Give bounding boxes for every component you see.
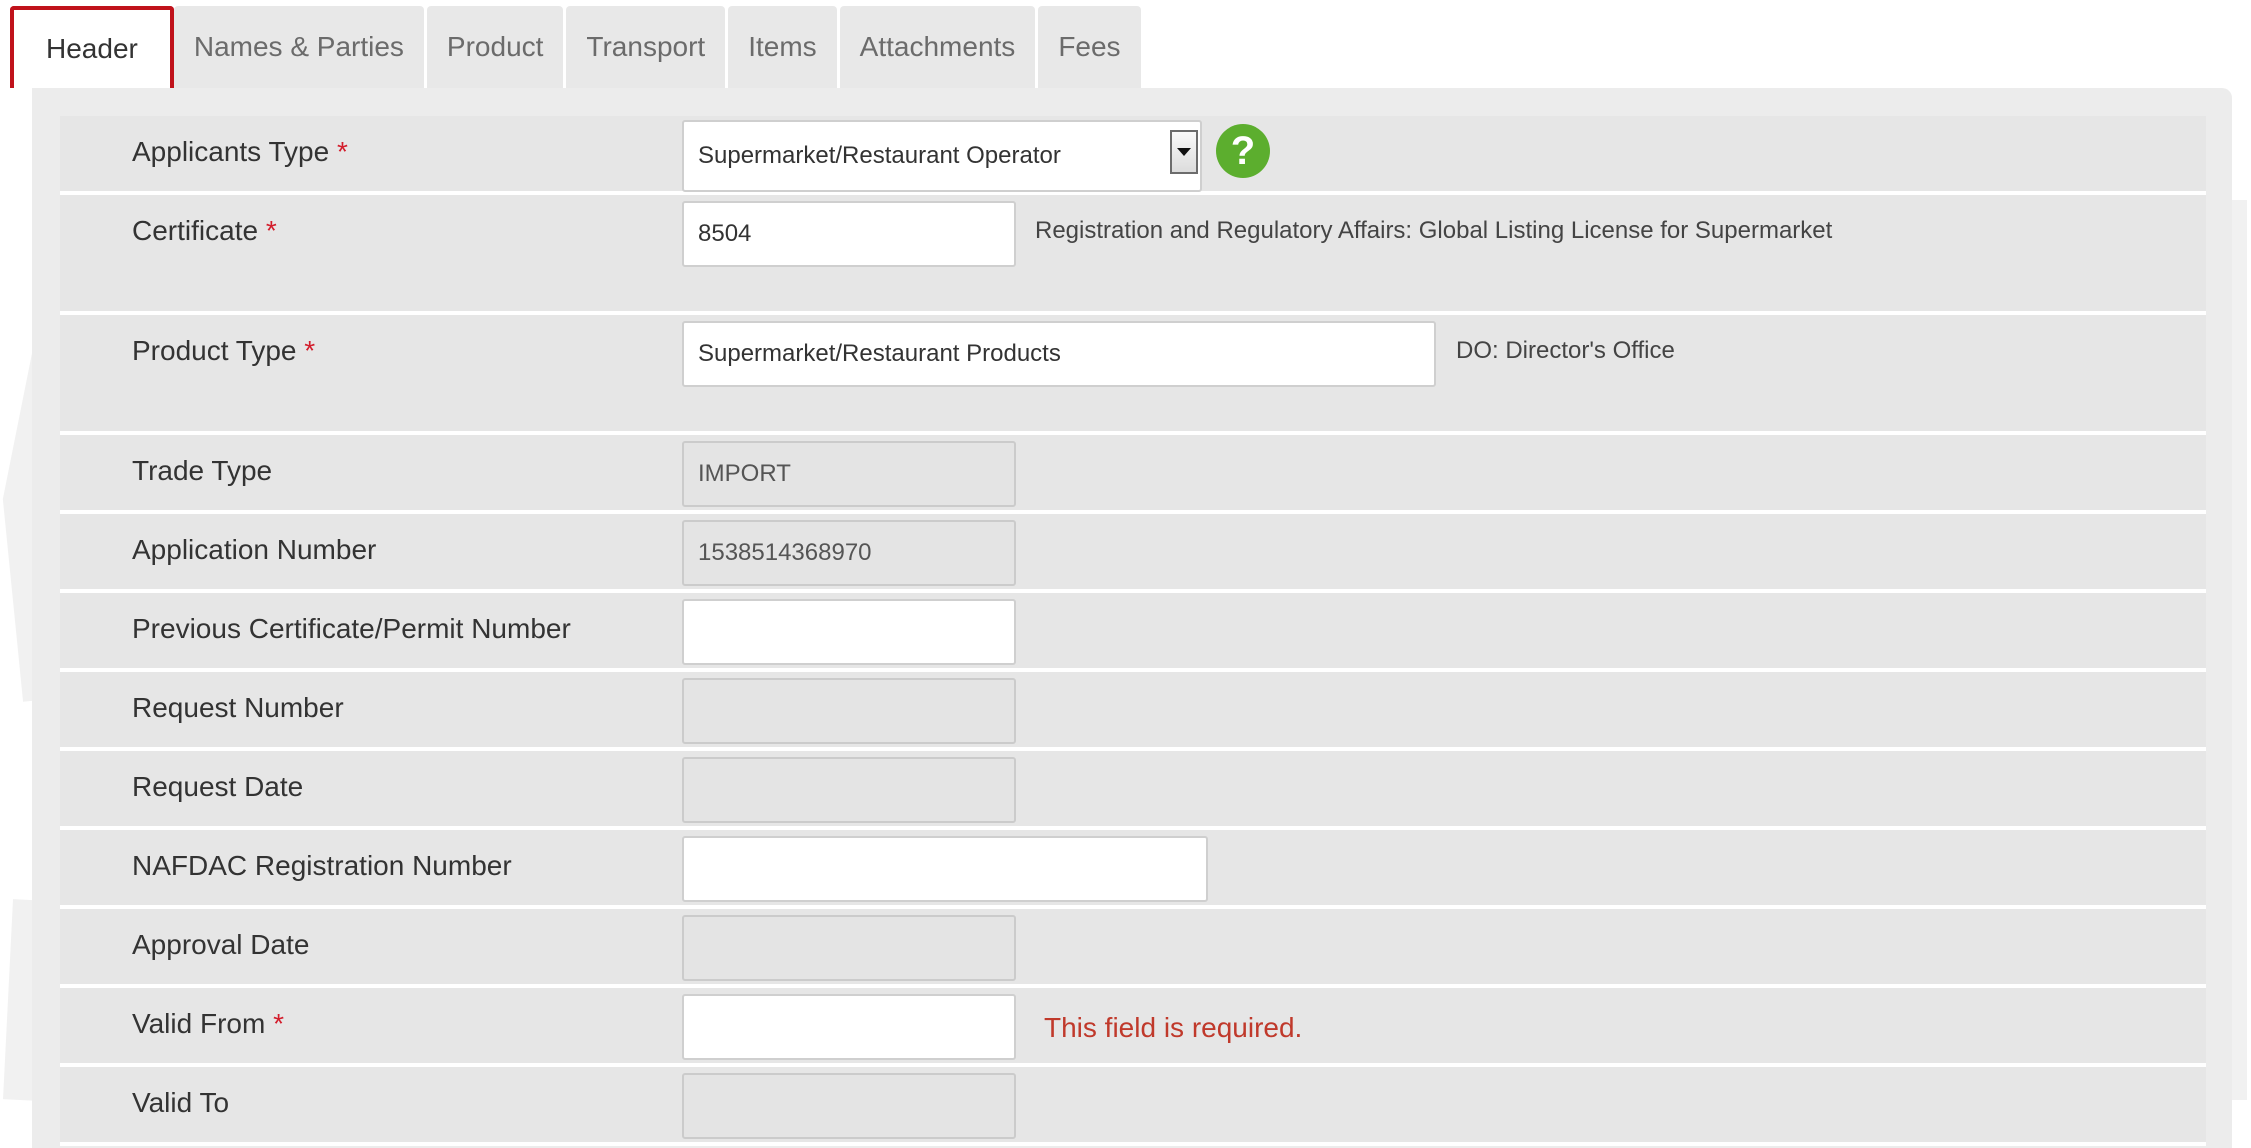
row-applicants-type: Applicants Type * Supermarket/Restaurant… bbox=[60, 116, 2206, 195]
tab-names-parties[interactable]: Names & Parties bbox=[173, 6, 424, 88]
required-marker: * bbox=[265, 215, 277, 246]
row-product-type: Product Type * Supermarket/Restaurant Pr… bbox=[60, 315, 2206, 435]
applicants-type-label: Applicants Type bbox=[132, 136, 330, 167]
product-type-label: Product Type bbox=[132, 335, 297, 366]
trade-type-field: IMPORT bbox=[682, 441, 1016, 507]
request-date-label: Request Date bbox=[132, 771, 304, 802]
help-icon[interactable]: ? bbox=[1216, 124, 1270, 178]
tab-bar: Header Names & Parties Product Transport… bbox=[10, 6, 1144, 88]
approval-date-field bbox=[682, 915, 1016, 981]
row-previous-certificate: Previous Certificate/Permit Number bbox=[60, 593, 2206, 672]
required-marker: * bbox=[304, 335, 316, 366]
valid-from-input[interactable] bbox=[682, 994, 1016, 1060]
trade-type-value: IMPORT bbox=[698, 460, 791, 487]
trade-type-label: Trade Type bbox=[132, 455, 273, 486]
row-request-number: Request Number bbox=[60, 672, 2206, 751]
row-nafdac-registration: NAFDAC Registration Number bbox=[60, 830, 2206, 909]
certificate-description: Registration and Regulatory Affairs: Glo… bbox=[1035, 217, 1833, 244]
tab-items[interactable]: Items bbox=[728, 6, 837, 88]
previous-certificate-input[interactable] bbox=[682, 599, 1016, 665]
row-valid-from: Valid From * This field is required. bbox=[60, 988, 2206, 1067]
tab-attachments[interactable]: Attachments bbox=[839, 6, 1036, 88]
row-valid-to: Valid To bbox=[60, 1067, 2206, 1146]
valid-to-label: Valid To bbox=[132, 1087, 230, 1118]
tab-transport[interactable]: Transport bbox=[566, 6, 726, 88]
request-number-label: Request Number bbox=[132, 692, 344, 723]
tab-fees[interactable]: Fees bbox=[1038, 6, 1141, 88]
application-number-value: 1538514368970 bbox=[698, 539, 872, 566]
applicants-type-value: Supermarket/Restaurant Operator bbox=[698, 142, 1061, 169]
certificate-label: Certificate bbox=[132, 215, 259, 246]
nafdac-registration-label: NAFDAC Registration Number bbox=[132, 850, 512, 881]
application-number-field: 1538514368970 bbox=[682, 520, 1016, 586]
row-application-number: Application Number 1538514368970 bbox=[60, 514, 2206, 593]
tab-header[interactable]: Header bbox=[10, 6, 174, 88]
required-marker: * bbox=[273, 1008, 284, 1039]
row-certificate: Certificate * 8504 Registration and Regu… bbox=[60, 195, 2206, 315]
row-request-date: Request Date bbox=[60, 751, 2206, 830]
chevron-down-icon[interactable] bbox=[1170, 130, 1198, 174]
tab-product[interactable]: Product bbox=[426, 6, 564, 88]
certificate-input[interactable]: 8504 bbox=[682, 201, 1016, 267]
product-type-value: Supermarket/Restaurant Products bbox=[698, 340, 1061, 367]
applicants-type-select[interactable]: Supermarket/Restaurant Operator bbox=[682, 120, 1202, 192]
previous-certificate-label: Previous Certificate/Permit Number bbox=[132, 613, 571, 644]
nafdac-registration-input[interactable] bbox=[682, 836, 1208, 902]
row-trade-type: Trade Type IMPORT bbox=[60, 435, 2206, 514]
request-number-field bbox=[682, 678, 1016, 744]
application-number-label: Application Number bbox=[132, 534, 377, 565]
valid-from-error: This field is required. bbox=[1044, 1012, 1303, 1043]
request-date-field bbox=[682, 757, 1016, 823]
valid-to-field bbox=[682, 1073, 1016, 1139]
header-form: Applicants Type * Supermarket/Restaurant… bbox=[60, 116, 2206, 1146]
valid-from-label: Valid From bbox=[132, 1008, 266, 1039]
certificate-value: 8504 bbox=[698, 220, 752, 247]
row-approval-date: Approval Date bbox=[60, 909, 2206, 988]
product-type-input[interactable]: Supermarket/Restaurant Products bbox=[682, 321, 1436, 387]
required-marker: * bbox=[336, 136, 348, 167]
approval-date-label: Approval Date bbox=[132, 929, 310, 960]
product-type-description: DO: Director's Office bbox=[1456, 337, 1675, 364]
help-icon-glyph: ? bbox=[1230, 128, 1256, 173]
